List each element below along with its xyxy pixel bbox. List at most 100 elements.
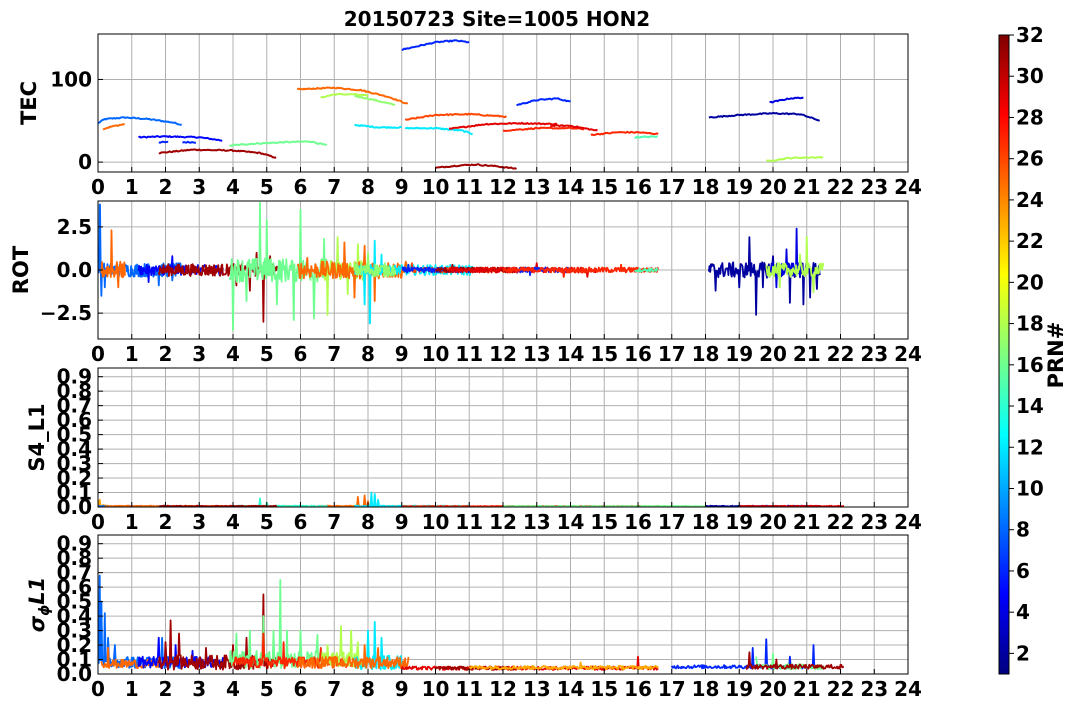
x-tick-label: 11: [455, 342, 483, 366]
series-prn-31: [158, 148, 277, 159]
x-tick-label: 17: [658, 510, 686, 534]
colorbar-tick-label: 24: [1016, 188, 1044, 212]
colorbar-tick-label: 30: [1016, 64, 1044, 88]
x-tick-label: 16: [624, 510, 652, 534]
x-tick-label: 9: [395, 175, 409, 199]
x-tick-label: 17: [658, 175, 686, 199]
x-tick-label: 13: [523, 510, 551, 534]
colorbar-tick-label: 26: [1016, 147, 1044, 171]
series-prn-4: [769, 96, 804, 104]
x-tick-label: 2: [159, 342, 173, 366]
colorbar-tick-label: 32: [1016, 23, 1044, 47]
x-tick-label: 19: [725, 677, 753, 701]
x-tick-label: 0: [91, 677, 105, 701]
x-tick-label: 18: [692, 342, 720, 366]
series-prn-12: [354, 239, 474, 325]
x-tick-label: 4: [226, 510, 240, 534]
series-prn-6: [182, 140, 196, 144]
x-tick-label: 14: [557, 677, 585, 701]
x-tick-label: 14: [557, 342, 585, 366]
x-tick-label: 15: [590, 677, 618, 701]
x-tick-label: 21: [793, 175, 821, 199]
x-tick-label: 10: [422, 342, 450, 366]
y-axis-label: σϕL1: [25, 577, 53, 633]
x-tick-label: 5: [260, 677, 274, 701]
x-tick-label: 12: [489, 175, 517, 199]
x-tick-label: 17: [658, 342, 686, 366]
series-prn-12: [404, 126, 473, 136]
series-prn-16: [228, 579, 329, 669]
x-tick-label: 6: [294, 510, 308, 534]
x-tick-label: 10: [422, 175, 450, 199]
colorbar-label: PRN#: [1044, 322, 1068, 389]
x-tick-label: 18: [692, 510, 720, 534]
panel-2: 0 1 2 3 4 5 6 7 8 9 10 11 12 13 14 15 16 17 18 19 20 21 22 23 24…: [9, 200, 922, 366]
y-tick-label: 0.0: [57, 258, 92, 282]
x-tick-label: 7: [327, 175, 341, 199]
x-tick-label: 6: [294, 677, 308, 701]
x-tick-label: 20: [759, 175, 787, 199]
x-tick-label: 1: [125, 677, 139, 701]
series-group: [98, 574, 845, 671]
x-tick-label: 19: [725, 342, 753, 366]
x-tick-label: 23: [860, 342, 888, 366]
x-tick-label: 5: [260, 342, 274, 366]
series-group: [98, 39, 824, 170]
series-prn-26: [404, 112, 507, 121]
series-prn-31: [158, 504, 278, 507]
x-tick-label: 21: [793, 510, 821, 534]
x-tick-label: 22: [827, 342, 855, 366]
series-prn-12: [354, 491, 470, 507]
x-tick-label: 0: [91, 175, 105, 199]
grid: [97, 535, 909, 675]
y-tick-label: 100: [50, 67, 92, 91]
x-tick-label: 23: [860, 677, 888, 701]
x-tick-label: 22: [827, 677, 855, 701]
x-tick-label: 3: [192, 677, 206, 701]
series-prn-18: [766, 155, 824, 162]
colorbar-tick-label: 6: [1016, 559, 1030, 583]
series-prn-31: [157, 593, 278, 671]
y-tick-label: 0.9: [57, 532, 92, 556]
x-tick-label: 16: [624, 175, 652, 199]
colorbar-tick-label: 18: [1016, 312, 1044, 336]
x-tick-label: 6: [294, 175, 308, 199]
x-tick-label: 4: [226, 677, 240, 701]
chart-figure: 20150723 Site=1005 HON2 0 1 2 3 4 5 6 7 8 9 10 11 12…: [9, 7, 1068, 701]
x-tick-label: 10: [422, 510, 450, 534]
x-tick-label: 14: [557, 510, 585, 534]
chart-panels: 0 1 2 3 4 5 6 7 8 9 10 11 12 13 14 15 16 17 18 19 20 21 22 23 24…: [9, 33, 922, 701]
x-tick-label: 3: [192, 510, 206, 534]
grid: [97, 368, 909, 508]
x-tick-label: 15: [590, 342, 618, 366]
y-axis-label: TEC: [17, 81, 41, 125]
series-prn-2: [708, 111, 821, 122]
y-tick-label: 0.9: [57, 365, 92, 389]
series-prn-2: [708, 236, 821, 316]
x-tick-label: 14: [557, 175, 585, 199]
series-prn-6: [670, 638, 821, 670]
chart-title: 20150723 Site=1005 HON2: [344, 7, 650, 31]
x-tick-label: 18: [692, 175, 720, 199]
x-tick-label: 2: [159, 175, 173, 199]
x-tick-label: 15: [590, 510, 618, 534]
x-tick-label: 22: [827, 510, 855, 534]
grid: [97, 34, 909, 172]
x-tick-label: 16: [624, 342, 652, 366]
colorbar-tick-label: 4: [1016, 600, 1030, 624]
x-tick-label: 0: [91, 342, 105, 366]
x-tick-label: 16: [624, 677, 652, 701]
y-axis-label: ROT: [9, 245, 33, 294]
x-tick-label: 24: [894, 175, 922, 199]
panel-4: 0 1 2 3 4 5 6 7 8 9 10 11 12 13 14 15 16 17 18 19 20 21 22 23 24…: [25, 532, 922, 701]
series-prn-25: [102, 123, 125, 131]
x-tick-label: 20: [759, 677, 787, 701]
series-prn-25: [296, 86, 409, 105]
series-group: [98, 201, 825, 332]
x-tick-label: 24: [894, 677, 922, 701]
x-tick-label: 12: [489, 342, 517, 366]
y-tick-label: 2.5: [57, 215, 92, 239]
x-tick-label: 8: [361, 175, 375, 199]
series-prn-15: [634, 135, 659, 139]
series-prn-5: [138, 135, 223, 142]
